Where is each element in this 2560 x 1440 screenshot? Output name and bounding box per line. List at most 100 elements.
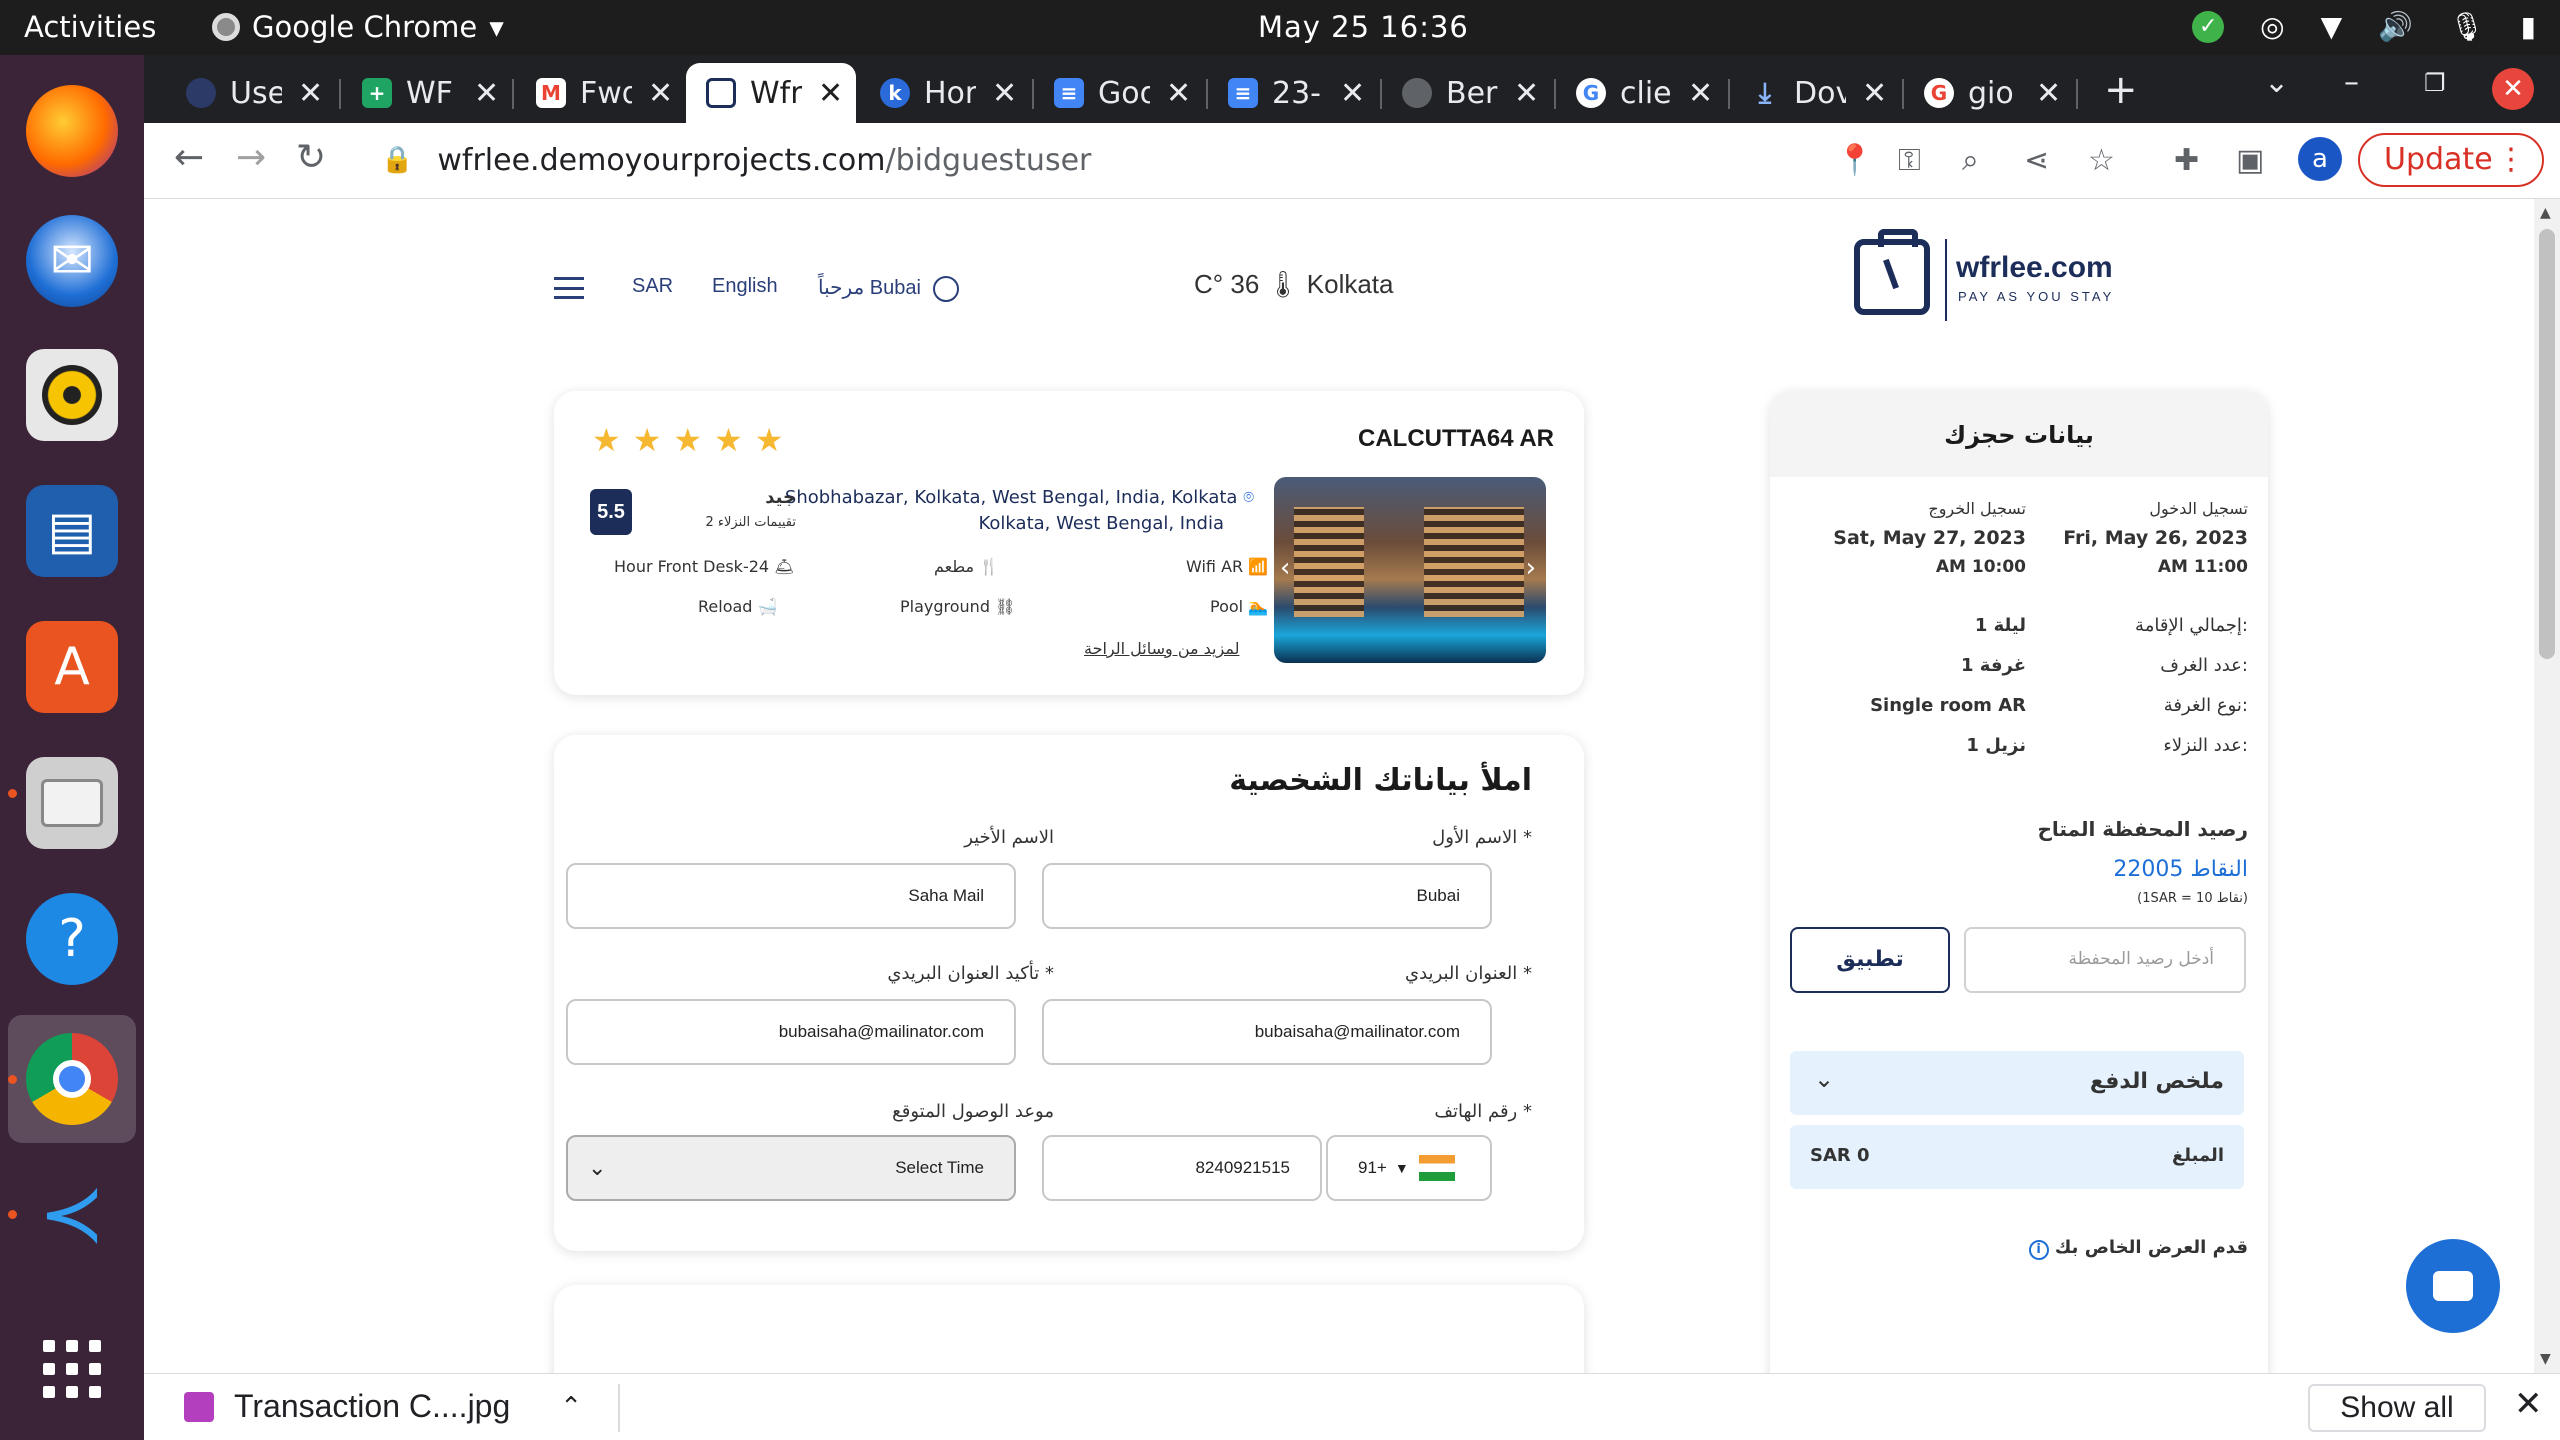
tab-title: gio — [1968, 75, 2014, 111]
page-scrollbar[interactable]: ▲ ▼ — [2534, 199, 2560, 1373]
logo-name[interactable]: wfrlee.com — [1956, 251, 2113, 285]
email-confirm-field[interactable]: bubaisaha@mailinator.com — [566, 999, 1016, 1065]
app-center-icon[interactable]: A — [26, 621, 118, 713]
new-tab-icon[interactable]: + — [2104, 67, 2138, 113]
wifi-icon[interactable]: ▼ — [2321, 10, 2343, 43]
files-icon[interactable] — [26, 757, 118, 849]
close-tab-icon[interactable]: ✕ — [1166, 76, 1191, 111]
country-code-select[interactable]: 91+ ▼ — [1326, 1135, 1492, 1201]
chevron-up-icon[interactable]: ⌃ — [560, 1391, 582, 1422]
close-tab-icon[interactable]: ✕ — [474, 76, 499, 111]
browser-tab-active[interactable]: Wfr ✕ — [686, 63, 856, 123]
chat-button[interactable] — [2406, 1239, 2500, 1333]
help-icon[interactable]: ? — [26, 893, 118, 985]
close-tab-icon[interactable]: ✕ — [1340, 76, 1365, 111]
star-icon: ★ — [673, 421, 703, 459]
currency-selector[interactable]: SAR — [632, 275, 673, 298]
close-window-icon[interactable]: ✕ — [2492, 68, 2534, 110]
lock-icon[interactable]: 🔒 — [381, 145, 413, 175]
user-greeting[interactable]: مرحباً Bubai — [818, 275, 959, 302]
scroll-down-arrow-icon[interactable]: ▼ — [2540, 1351, 2551, 1367]
chrome-icon[interactable] — [26, 1033, 118, 1125]
sync-status-icon[interactable]: ◎ — [2260, 10, 2284, 43]
browser-tab[interactable]: ⤓ Dov ✕ — [1730, 63, 1900, 123]
close-downloads-icon[interactable]: ✕ — [2514, 1384, 2543, 1424]
browser-tab[interactable]: Ggio ✕ — [1904, 63, 2074, 123]
profile-avatar[interactable]: a — [2298, 137, 2342, 181]
language-selector[interactable]: English — [712, 275, 778, 298]
zoom-icon[interactable]: ⌕ — [1962, 143, 1979, 178]
download-item[interactable]: Transaction C....jpg ⌃ — [184, 1388, 582, 1425]
tab-title: Wfr — [750, 75, 802, 111]
minimize-icon[interactable]: – — [2344, 65, 2359, 100]
suitcase-clock-logo-icon[interactable] — [1854, 229, 1930, 315]
close-tab-icon[interactable]: ✕ — [1688, 76, 1713, 111]
phone-field[interactable]: 8240921515 — [1042, 1135, 1322, 1201]
extensions-icon[interactable]: ✚ — [2174, 143, 2199, 178]
kebab-menu-icon[interactable]: ⋮ — [2496, 135, 2526, 185]
close-tab-icon[interactable]: ✕ — [992, 76, 1017, 111]
rhythmbox-icon[interactable] — [26, 349, 118, 441]
vscode-icon[interactable]: ≺ — [26, 1167, 118, 1260]
scroll-up-arrow-icon[interactable]: ▲ — [2540, 205, 2551, 221]
close-tab-icon[interactable]: ✕ — [648, 76, 673, 111]
side-panel-icon[interactable]: ▣ — [2236, 143, 2264, 178]
bookmark-star-icon[interactable]: ☆ — [2088, 143, 2115, 178]
checkmark-status-icon[interactable]: ✓ — [2192, 10, 2225, 43]
guests-label: عدد النزلاء: — [2163, 735, 2248, 756]
greeting-text: مرحباً Bubai — [818, 277, 921, 299]
first-name-field[interactable]: Bubai — [1042, 863, 1492, 929]
arrival-time-select[interactable]: Select Time ⌄ — [566, 1135, 1016, 1201]
close-tab-icon[interactable]: ✕ — [2036, 76, 2061, 111]
carousel-next-icon[interactable]: › — [1526, 553, 1536, 583]
update-button[interactable]: Update ⋮ — [2358, 133, 2544, 187]
browser-tab[interactable]: + WF ✕ — [342, 63, 512, 123]
more-amenities-link[interactable]: لمزيد من وسائل الراحة — [1084, 639, 1239, 658]
battery-icon[interactable]: ▮ — [2521, 10, 2536, 43]
last-name-field[interactable]: Saha Mail — [566, 863, 1016, 929]
reload-icon[interactable]: ↻ — [296, 137, 326, 178]
key-icon[interactable]: ⚿ — [1898, 143, 1921, 178]
share-icon[interactable]: ⋖ — [2024, 143, 2049, 178]
email-field[interactable]: bubaisaha@mailinator.com — [1042, 999, 1492, 1065]
scroll-thumb[interactable] — [2539, 229, 2555, 659]
close-tab-icon[interactable]: ✕ — [818, 76, 843, 111]
activities-button[interactable]: Activities — [24, 10, 156, 44]
hamburger-menu-icon[interactable] — [554, 277, 584, 299]
app-menu[interactable]: Google Chrome ▾ — [212, 10, 504, 44]
logo-clock-hand — [1883, 258, 1899, 290]
browser-tab[interactable]: k Hor ✕ — [860, 63, 1030, 123]
carousel-prev-icon[interactable]: ‹ — [1280, 553, 1290, 583]
browser-tab[interactable]: ≡ Goo ✕ — [1034, 63, 1204, 123]
browser-tab[interactable]: Gclie ✕ — [1556, 63, 1726, 123]
browser-tab[interactable]: M Fwd ✕ — [516, 63, 686, 123]
browser-tab[interactable]: ≡ 23- ✕ — [1208, 63, 1378, 123]
info-icon[interactable]: i — [2028, 1240, 2049, 1260]
wallet-amount-input[interactable]: أدخل رصيد المحفظة — [1964, 927, 2246, 993]
restore-icon[interactable]: ❐ — [2424, 69, 2446, 97]
make-offer-row[interactable]: i قدم العرض الخاص بك — [2028, 1237, 2248, 1260]
clock[interactable]: May 25 16:36 — [1258, 10, 1469, 44]
thunderbird-icon[interactable]: ✉ — [26, 215, 118, 307]
firefox-icon[interactable] — [26, 85, 118, 177]
writer-icon[interactable]: ▤ — [26, 485, 118, 577]
browser-tab[interactable]: Ber ✕ — [1382, 63, 1552, 123]
volume-icon[interactable]: 🔊 — [2378, 10, 2413, 43]
forward-arrow-icon[interactable]: → — [236, 137, 266, 178]
show-apps-icon[interactable] — [26, 1323, 118, 1415]
close-tab-icon[interactable]: ✕ — [1862, 76, 1887, 111]
apply-wallet-button[interactable]: تطبيق — [1790, 927, 1950, 993]
show-all-button[interactable]: Show all — [2308, 1384, 2486, 1432]
close-tab-icon[interactable]: ✕ — [1514, 76, 1539, 111]
tab-search-chevron-icon[interactable]: ⌄ — [2264, 65, 2289, 100]
image-building — [1294, 507, 1364, 617]
system-tray[interactable]: ✓ ◎ ▼ 🔊 🎙 ▮ — [2192, 10, 2536, 43]
browser-tab[interactable]: Use ✕ — [166, 63, 336, 123]
close-tab-icon[interactable]: ✕ — [298, 76, 323, 111]
checkout-time: AM 10:00 — [1935, 557, 2026, 577]
back-arrow-icon[interactable]: ← — [174, 137, 204, 178]
payment-summary-toggle[interactable]: ملخص الدفع ⌄ — [1790, 1051, 2244, 1115]
microphone-icon[interactable]: 🎙 — [2449, 10, 2485, 43]
location-pin-icon[interactable]: 📍 — [1836, 143, 1873, 178]
hotel-image[interactable]: ‹ › — [1274, 477, 1546, 663]
